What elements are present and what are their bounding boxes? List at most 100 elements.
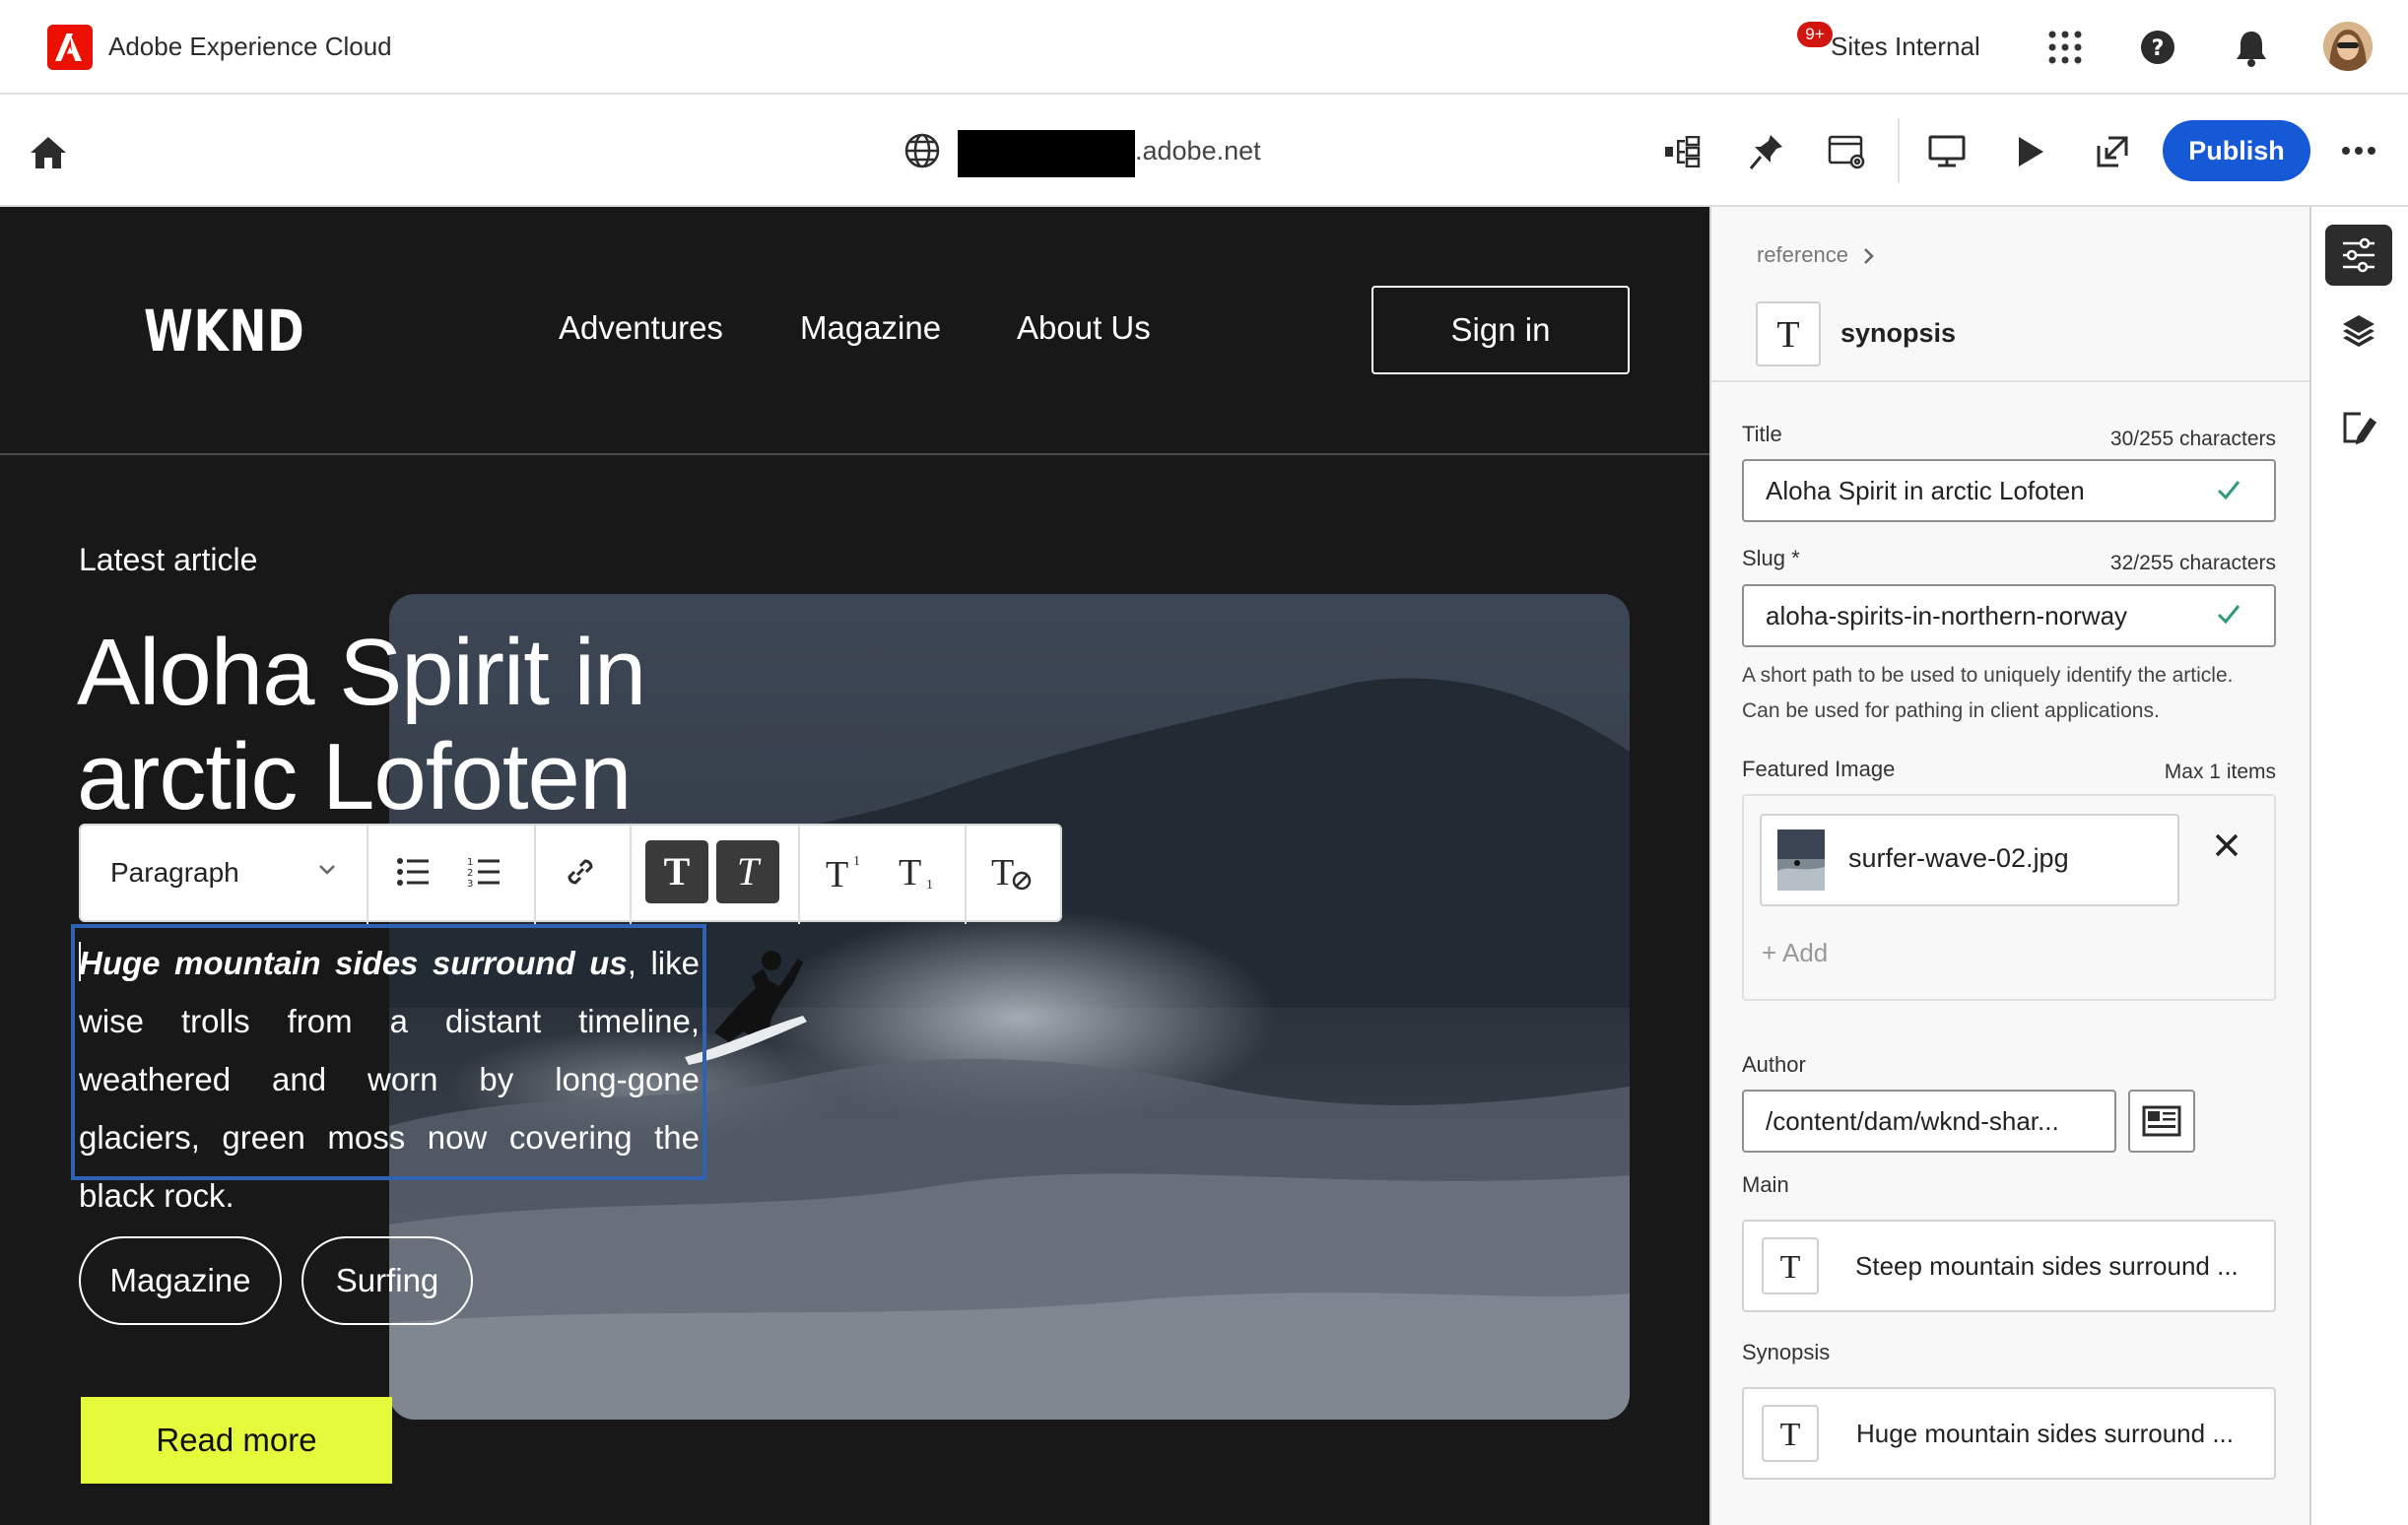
nav-link-magazine[interactable]: Magazine [800, 309, 941, 347]
required-asterisk: * [1791, 546, 1800, 570]
nav-link-about-us[interactable]: About Us [1017, 309, 1151, 347]
rte-separator [367, 826, 368, 924]
tag-magazine[interactable]: Magazine [79, 1236, 282, 1325]
layers-icon[interactable] [2341, 313, 2376, 349]
bullet-list-icon[interactable] [396, 855, 430, 889]
synopsis-richtext[interactable]: Huge mountain sides surround us, like wi… [79, 934, 700, 1225]
synopsis-text-rest: , like wise trolls from a distant timeli… [79, 945, 700, 1214]
slug-char-count: 32/255 characters [2109, 552, 2276, 574]
format-select[interactable]: Paragraph [110, 857, 239, 889]
properties-icon[interactable] [2325, 225, 2392, 286]
home-icon[interactable] [30, 136, 67, 169]
title-field[interactable]: Aloha Spirit in arctic Lofoten [1742, 459, 2276, 522]
svg-text:T: T [1780, 1249, 1801, 1286]
read-more-button[interactable]: Read more [81, 1397, 392, 1484]
title-char-count: 30/255 characters [2109, 428, 2276, 450]
rte-separator [798, 826, 800, 924]
close-icon[interactable] [2213, 831, 2241, 859]
superscript-icon[interactable]: T1 [824, 849, 867, 893]
title-label: Title [1742, 422, 1782, 446]
nav-link-adventures[interactable]: Adventures [559, 309, 723, 347]
headline-line-2: arctic Lofoten [77, 724, 632, 829]
main-label: Main [1742, 1172, 1789, 1197]
text-type-icon: T [1756, 301, 1821, 366]
svg-text:T: T [991, 852, 1014, 893]
url-domain[interactable]: .adobe.net [1135, 136, 1261, 166]
link-icon[interactable] [562, 853, 599, 891]
page-settings-icon[interactable] [1828, 135, 1867, 170]
numbered-list-icon[interactable]: 123 [467, 855, 501, 889]
slug-label: Slug * [1742, 546, 1800, 571]
globe-icon [904, 133, 940, 168]
adobe-logo-icon[interactable] [47, 25, 93, 70]
rte-separator [630, 826, 632, 924]
add-image-button[interactable]: + Add [1762, 938, 1828, 968]
author-label: Author [1742, 1052, 1806, 1077]
svg-text:?: ? [2152, 36, 2165, 61]
rte-separator [965, 826, 967, 924]
synopsis-bold-text: Huge mountain sides surround us [79, 945, 628, 981]
bell-icon[interactable] [2235, 30, 2268, 67]
slug-field[interactable]: aloha-spirits-in-northern-norway [1742, 584, 2276, 647]
italic-icon[interactable]: T [716, 840, 779, 903]
header-divider [0, 453, 1709, 455]
article-headline[interactable]: Aloha Spirit in arctic Lofoten [77, 621, 767, 829]
more-icon[interactable] [2341, 146, 2376, 156]
avatar[interactable] [2323, 22, 2373, 71]
svg-text:T: T [737, 849, 762, 894]
rte-separator [534, 826, 536, 924]
open-external-icon[interactable] [2095, 134, 2130, 169]
chevron-down-icon[interactable] [317, 863, 337, 877]
svg-text:1: 1 [467, 857, 473, 868]
text-type-icon: T [1762, 1405, 1819, 1462]
synopsis-label: Synopsis [1742, 1340, 1831, 1364]
latest-article-label: Latest article [79, 542, 258, 577]
help-icon[interactable]: ? [2140, 30, 2175, 65]
desktop-icon[interactable] [1928, 135, 1966, 168]
side-rail [2309, 207, 2408, 1525]
svg-text:1: 1 [926, 878, 933, 893]
panel-divider [1709, 380, 2309, 382]
clear-format-icon[interactable]: T [991, 849, 1035, 893]
publish-button[interactable]: Publish [2163, 120, 2310, 181]
content-tree-icon[interactable] [1665, 136, 1701, 167]
chevron-right-icon [1862, 246, 1876, 266]
featured-image-label: Featured Image [1742, 757, 1896, 781]
featured-max-items: Max 1 items [2164, 761, 2276, 783]
breadcrumb[interactable]: reference [1757, 242, 1848, 268]
svg-text:T: T [1776, 314, 1799, 356]
svg-text:T: T [826, 854, 848, 893]
org-switcher[interactable]: Sites Internal [1831, 32, 1980, 62]
notification-badge: 9+ [1797, 22, 1833, 47]
author-field[interactable]: /content/dam/wknd-shar... [1742, 1090, 2116, 1153]
check-icon [2217, 603, 2241, 625]
svg-text:T: T [1780, 1417, 1801, 1453]
play-icon[interactable] [2016, 135, 2045, 168]
svg-text:T: T [664, 849, 691, 894]
slug-label-text: Slug [1742, 546, 1786, 570]
image-thumbnail [1777, 829, 1825, 891]
headline-line-1: Aloha Spirit in [77, 620, 646, 725]
apps-grid-icon[interactable] [2047, 30, 2083, 65]
bold-icon[interactable]: T [645, 840, 708, 903]
main-reference-text: Steep mountain sides surround ... [1855, 1251, 2239, 1281]
pin-icon[interactable] [1749, 133, 1784, 170]
slug-help-line-2: Can be used for pathing in client applic… [1742, 699, 2160, 722]
synopsis-reference-text: Huge mountain sides surround ... [1856, 1419, 2234, 1448]
site-logo[interactable]: WKND [144, 298, 304, 365]
text-caret [79, 942, 81, 981]
text-type-icon: T [1762, 1237, 1819, 1294]
field-name: synopsis [1840, 318, 1957, 348]
edit-note-icon[interactable] [2341, 410, 2376, 445]
app-title[interactable]: Adobe Experience Cloud [108, 32, 392, 62]
content-picker-icon[interactable] [2128, 1090, 2195, 1153]
url-redacted [958, 130, 1135, 177]
svg-text:1: 1 [853, 854, 860, 869]
svg-text:T: T [899, 852, 921, 893]
sign-in-button[interactable]: Sign in [1371, 286, 1630, 374]
toolbar-separator [1898, 118, 1900, 183]
check-icon [2217, 479, 2241, 500]
subscript-icon[interactable]: T1 [897, 849, 940, 893]
tag-surfing[interactable]: Surfing [301, 1236, 473, 1325]
slug-help-line-1: A short path to be used to uniquely iden… [1742, 664, 2234, 687]
